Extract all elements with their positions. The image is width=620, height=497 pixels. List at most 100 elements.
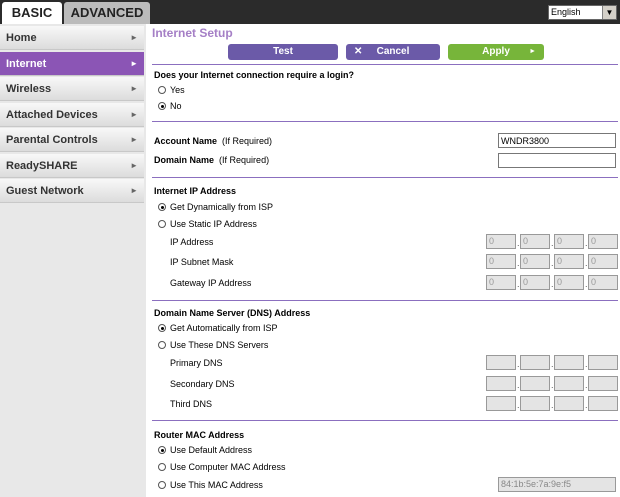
sidebar-item-wireless[interactable]: Wireless ► — [0, 77, 144, 101]
cancel-button[interactable]: ✕ Cancel — [346, 44, 440, 60]
sidebar-item-guest-network[interactable]: Guest Network ► — [0, 179, 144, 203]
login-no-label: No — [170, 101, 182, 111]
chevron-right-icon: ► — [130, 84, 138, 93]
chevron-right-icon: ► — [130, 186, 138, 195]
subnet-mask-octet-3[interactable]: 0 — [554, 254, 584, 269]
sidebar-item-label: Wireless — [6, 83, 52, 95]
dns-manual-label: Use These DNS Servers — [170, 340, 269, 350]
sidebar-item-parental-controls[interactable]: Parental Controls ► — [0, 128, 144, 152]
chevron-right-icon: ► — [130, 161, 138, 170]
divider — [152, 420, 618, 421]
primary-dns-octet-4[interactable] — [588, 355, 618, 370]
secondary-dns-octet-3[interactable] — [554, 376, 584, 391]
chevron-right-icon: ► — [130, 135, 138, 144]
ip-dynamic-option[interactable]: Get Dynamically from ISP — [158, 202, 273, 213]
tab-advanced[interactable]: ADVANCED — [64, 2, 150, 24]
account-name-input[interactable] — [498, 133, 616, 148]
primary-dns-octet-2[interactable] — [520, 355, 550, 370]
dns-auto-option[interactable]: Get Automatically from ISP — [158, 323, 278, 334]
sidebar-item-readyshare[interactable]: ReadySHARE ► — [0, 154, 144, 178]
divider — [152, 64, 618, 65]
ip-dynamic-radio[interactable] — [158, 203, 166, 211]
divider — [152, 300, 618, 301]
login-yes-radio[interactable] — [158, 86, 166, 94]
close-icon: ✕ — [354, 46, 363, 57]
ip-address-octet-1[interactable]: 0 — [486, 234, 516, 249]
sidebar-item-label: Guest Network — [6, 185, 84, 197]
login-question: Does your Internet connection require a … — [154, 70, 355, 80]
primary-dns-octet-3[interactable] — [554, 355, 584, 370]
ip-address-octet-4[interactable]: 0 — [588, 234, 618, 249]
secondary-dns-octet-2[interactable] — [520, 376, 550, 391]
mac-this-option[interactable]: Use This MAC Address — [158, 480, 263, 491]
dns-section-heading: Domain Name Server (DNS) Address — [154, 308, 311, 318]
mac-this-radio[interactable] — [158, 481, 166, 489]
login-no-radio[interactable] — [158, 102, 166, 110]
third-dns-octet-1[interactable] — [486, 396, 516, 411]
chevron-right-icon: ► — [130, 59, 138, 68]
mac-section-heading: Router MAC Address — [154, 430, 245, 440]
third-dns-label: Third DNS — [170, 399, 213, 409]
dns-manual-radio[interactable] — [158, 341, 166, 349]
dns-auto-radio[interactable] — [158, 324, 166, 332]
apply-button[interactable]: Apply ► — [448, 44, 544, 60]
language-select[interactable]: English ▼ — [548, 5, 617, 20]
main-panel: Internet Setup Test ✕ Cancel Apply ► Doe… — [150, 24, 620, 497]
secondary-dns-octet-4[interactable] — [588, 376, 618, 391]
sidebar-item-internet[interactable]: Internet ► — [0, 52, 144, 76]
mac-default-option[interactable]: Use Default Address — [158, 445, 252, 456]
mac-this-label: Use This MAC Address — [170, 480, 263, 490]
mac-default-radio[interactable] — [158, 446, 166, 454]
login-no-option[interactable]: No — [158, 101, 182, 112]
mac-computer-label: Use Computer MAC Address — [170, 462, 286, 472]
cancel-button-label: Cancel — [376, 46, 410, 57]
subnet-mask-octet-2[interactable]: 0 — [520, 254, 550, 269]
dns-manual-option[interactable]: Use These DNS Servers — [158, 340, 268, 351]
sidebar-item-label: Internet — [6, 58, 47, 70]
divider — [152, 177, 618, 178]
ip-address-label: IP Address — [170, 237, 214, 247]
ip-address-octet-2[interactable]: 0 — [520, 234, 550, 249]
gateway-octet-2[interactable]: 0 — [520, 275, 550, 290]
sidebar-item-label: Home — [6, 32, 37, 44]
sidebar-item-home[interactable]: Home ► — [0, 26, 144, 50]
sidebar-item-label: Parental Controls — [6, 134, 98, 146]
test-button[interactable]: Test — [228, 44, 338, 60]
ip-static-radio[interactable] — [158, 220, 166, 228]
page-title: Internet Setup — [152, 26, 233, 40]
subnet-mask-label: IP Subnet Mask — [170, 257, 234, 267]
sidebar: Home ► Internet ► Wireless ► Attached De… — [0, 24, 146, 497]
sidebar-item-label: Attached Devices — [6, 109, 98, 121]
mac-computer-option[interactable]: Use Computer MAC Address — [158, 462, 286, 473]
gateway-octet-1[interactable]: 0 — [486, 275, 516, 290]
gateway-octet-4[interactable]: 0 — [588, 275, 618, 290]
play-arrow-icon: ► — [529, 48, 536, 55]
ip-address-octet-3[interactable]: 0 — [554, 234, 584, 249]
language-selected-value: English — [551, 7, 581, 17]
apply-button-label: Apply — [482, 46, 510, 57]
sidebar-item-attached-devices[interactable]: Attached Devices ► — [0, 103, 144, 127]
mac-computer-radio[interactable] — [158, 463, 166, 471]
dns-auto-label: Get Automatically from ISP — [170, 323, 278, 333]
tab-basic[interactable]: BASIC — [2, 2, 62, 24]
third-dns-octet-4[interactable] — [588, 396, 618, 411]
mac-default-label: Use Default Address — [170, 445, 253, 455]
secondary-dns-label: Secondary DNS — [170, 379, 235, 389]
secondary-dns-octet-1[interactable] — [486, 376, 516, 391]
subnet-mask-octet-1[interactable]: 0 — [486, 254, 516, 269]
gateway-octet-3[interactable]: 0 — [554, 275, 584, 290]
sidebar-item-label: ReadySHARE — [6, 160, 78, 172]
mac-address-input[interactable]: 84:1b:5e:7a:9e:f5 — [498, 477, 616, 492]
ip-static-option[interactable]: Use Static IP Address — [158, 219, 257, 230]
third-dns-octet-2[interactable] — [520, 396, 550, 411]
domain-name-input[interactable] — [498, 153, 616, 168]
account-name-label: Account Name (If Required) — [154, 136, 273, 146]
primary-dns-label: Primary DNS — [170, 358, 223, 368]
primary-dns-octet-1[interactable] — [486, 355, 516, 370]
login-yes-option[interactable]: Yes — [158, 85, 185, 96]
gateway-label: Gateway IP Address — [170, 278, 252, 288]
third-dns-octet-3[interactable] — [554, 396, 584, 411]
chevron-down-icon[interactable]: ▼ — [602, 6, 616, 19]
subnet-mask-octet-4[interactable]: 0 — [588, 254, 618, 269]
top-bar: BASIC ADVANCED English ▼ — [0, 0, 620, 24]
